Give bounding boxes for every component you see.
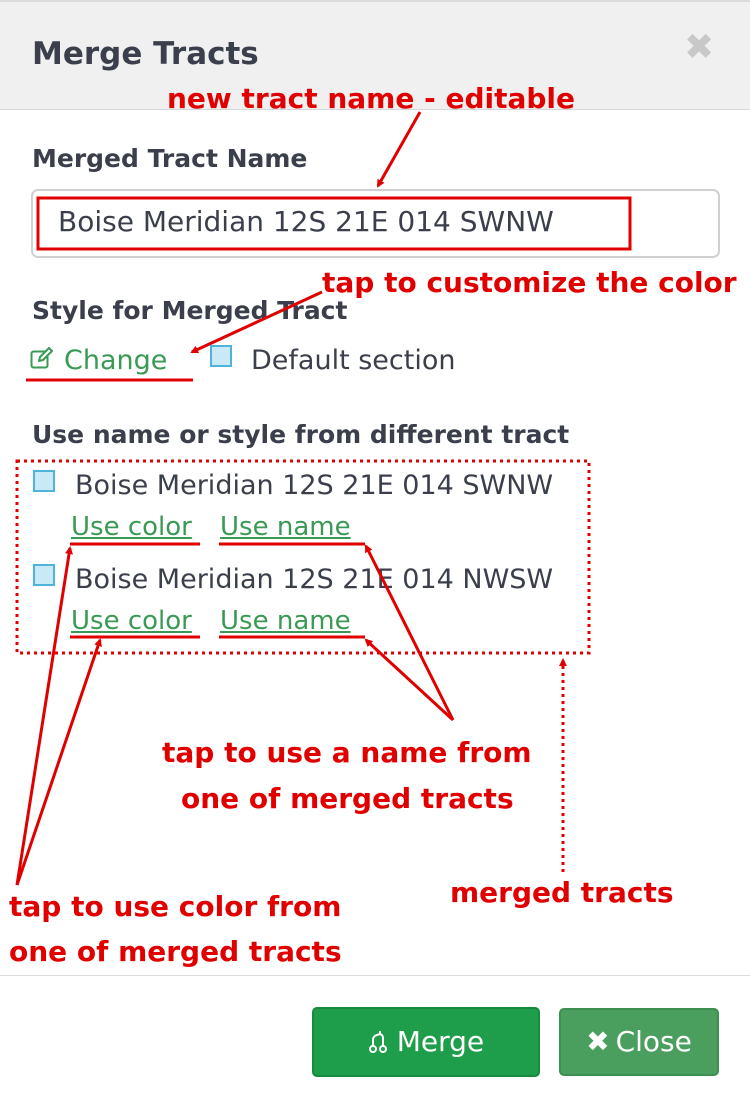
footer-divider [0, 975, 750, 976]
annotation-use-name-line1: tap to use a name from [162, 736, 532, 769]
merged-name-label: Merged Tract Name [32, 144, 308, 173]
use-color-link[interactable]: Use color [71, 512, 192, 542]
style-color-swatch [210, 345, 232, 367]
annotation-customize: tap to customize the color [322, 266, 737, 299]
annotation-arrow [15, 546, 74, 886]
change-style-button[interactable]: Change [30, 345, 167, 376]
merge-button[interactable]: Merge [312, 1007, 540, 1077]
annotation-arrow [15, 638, 102, 886]
annotation-arrow [364, 638, 455, 722]
annotation-use-name-line2: one of merged tracts [181, 782, 514, 815]
different-tract-label: Use name or style from different tract [32, 420, 570, 449]
merge-icon [368, 1025, 397, 1058]
tract-color-swatch [33, 564, 55, 586]
annotation-merged: merged tracts [450, 876, 674, 909]
use-color-link[interactable]: Use color [71, 606, 192, 636]
default-section-label: Default section [251, 345, 456, 376]
use-name-link[interactable]: Use name [220, 512, 351, 542]
close-label: Close [615, 1025, 692, 1058]
use-name-link[interactable]: Use name [220, 606, 351, 636]
merged-name-field[interactable] [31, 189, 720, 258]
tract-name: Boise Meridian 12S 21E 014 SWNW [75, 470, 554, 501]
close-icon: ✖ [586, 1025, 610, 1058]
merged-name-input[interactable] [58, 205, 698, 238]
tract-color-swatch [33, 470, 55, 492]
dialog-title: Merge Tracts [32, 36, 259, 72]
style-label: Style for Merged Tract [32, 296, 348, 325]
change-style-label: Change [64, 345, 168, 376]
annotation-use-color-line1: tap to use color from [9, 890, 342, 923]
tract-name: Boise Meridian 12S 21E 014 NWSW [75, 564, 554, 595]
annotation-new-name: new tract name - editable [167, 82, 576, 115]
annotation-arrow [376, 111, 422, 188]
close-icon[interactable]: ✖ [684, 30, 714, 66]
merge-label: Merge [396, 1025, 485, 1058]
annotation-use-color-line2: one of merged tracts [9, 935, 342, 968]
close-button[interactable]: ✖ Close [559, 1008, 719, 1076]
edit-icon [30, 345, 54, 376]
